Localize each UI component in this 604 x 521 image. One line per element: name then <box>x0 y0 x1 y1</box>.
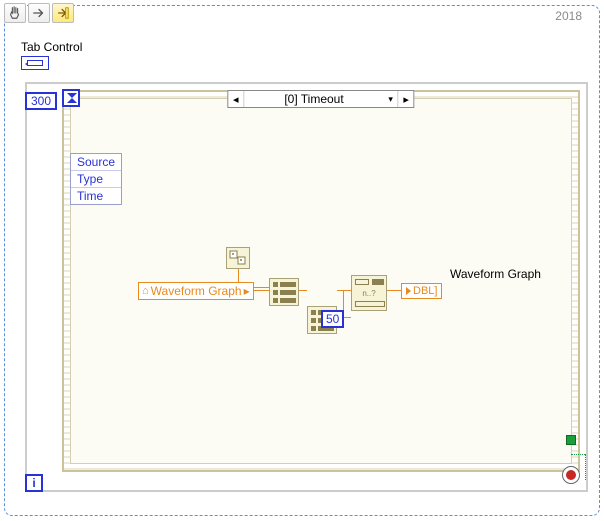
local-var-arrow-icon: ▸ <box>244 284 250 298</box>
event-case-label: [0] Timeout <box>244 92 383 106</box>
indicator-arrow-icon <box>406 287 411 295</box>
vi-pane: 2018 Tab Control 300 ◂ [0] Timeout ▾ ▸ S… <box>4 5 600 516</box>
iteration-terminal[interactable]: i <box>25 474 43 492</box>
local-var-text: Waveform Graph <box>151 284 242 298</box>
waveform-graph-indicator-terminal[interactable]: DBL] <box>401 283 442 299</box>
event-data-node[interactable]: Source Type Time <box>70 153 122 205</box>
waveform-graph-label: Waveform Graph <box>450 267 541 281</box>
stop-icon <box>566 470 576 480</box>
timeout-terminal-icon[interactable] <box>62 89 80 107</box>
event-case-selector[interactable]: ◂ [0] Timeout ▾ ▸ <box>227 90 414 108</box>
prev-case-arrow-icon[interactable]: ◂ <box>228 91 244 107</box>
next-case-arrow-icon[interactable]: ▸ <box>398 91 414 107</box>
stop-wire <box>571 454 585 455</box>
random-number-node[interactable] <box>226 247 250 269</box>
event-data-time[interactable]: Time <box>71 188 121 204</box>
tab-control-label: Tab Control <box>21 40 82 54</box>
run-vi-button[interactable] <box>52 3 74 23</box>
array-subset-node[interactable]: n..? <box>351 275 387 311</box>
block-diagram-toolbar <box>4 3 74 23</box>
labview-version-badge: 2018 <box>552 9 585 23</box>
event-data-type[interactable]: Type <box>71 171 121 188</box>
event-data-source[interactable]: Source <box>71 154 121 171</box>
loop-stop-terminal[interactable] <box>562 466 580 484</box>
house-icon: ⌂ <box>142 285 149 297</box>
event-structure[interactable]: ◂ [0] Timeout ▾ ▸ Source Type Time ⌂ <box>62 90 580 472</box>
while-loop[interactable]: 300 ◂ [0] Timeout ▾ ▸ Source Type Time <box>25 82 588 492</box>
stop-wire-v <box>585 454 586 480</box>
step-tool-button[interactable] <box>28 3 50 23</box>
timeout-constant[interactable]: 300 <box>25 92 57 110</box>
tab-control-terminal[interactable] <box>21 56 49 70</box>
case-dropdown-icon[interactable]: ▾ <box>384 94 398 105</box>
points-constant[interactable]: 50 <box>321 310 344 328</box>
build-array-node-1[interactable] <box>269 278 299 306</box>
dbl-type-text: DBL] <box>413 285 437 297</box>
pan-tool-button[interactable] <box>4 3 26 23</box>
waveform-graph-local-variable[interactable]: ⌂ Waveform Graph ▸ <box>138 282 254 300</box>
event-case-frame: Source Type Time ⌂ Waveform Graph ▸ <box>70 98 572 464</box>
event-output-tunnel[interactable] <box>566 435 576 445</box>
